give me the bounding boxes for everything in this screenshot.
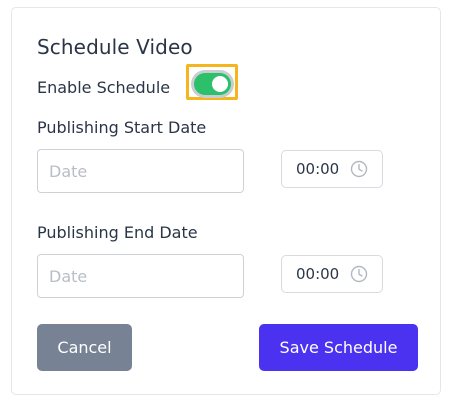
- publishing-start-date-label: Publishing Start Date: [37, 118, 207, 137]
- clock-icon: [350, 265, 368, 283]
- publishing-end-date-label: Publishing End Date: [37, 223, 198, 242]
- start-time-value: 00:00: [296, 160, 340, 178]
- enable-schedule-label: Enable Schedule: [37, 78, 171, 97]
- start-date-input[interactable]: [37, 149, 244, 193]
- end-date-input[interactable]: [37, 254, 244, 298]
- clock-icon: [350, 160, 368, 178]
- start-time-picker[interactable]: 00:00: [281, 150, 383, 188]
- enable-schedule-toggle[interactable]: [194, 73, 231, 95]
- end-time-value: 00:00: [296, 265, 340, 283]
- cancel-button[interactable]: Cancel: [37, 324, 132, 371]
- end-time-picker[interactable]: 00:00: [281, 255, 383, 293]
- page-title: Schedule Video: [37, 35, 193, 59]
- toggle-knob: [212, 76, 228, 92]
- save-schedule-button[interactable]: Save Schedule: [259, 324, 418, 371]
